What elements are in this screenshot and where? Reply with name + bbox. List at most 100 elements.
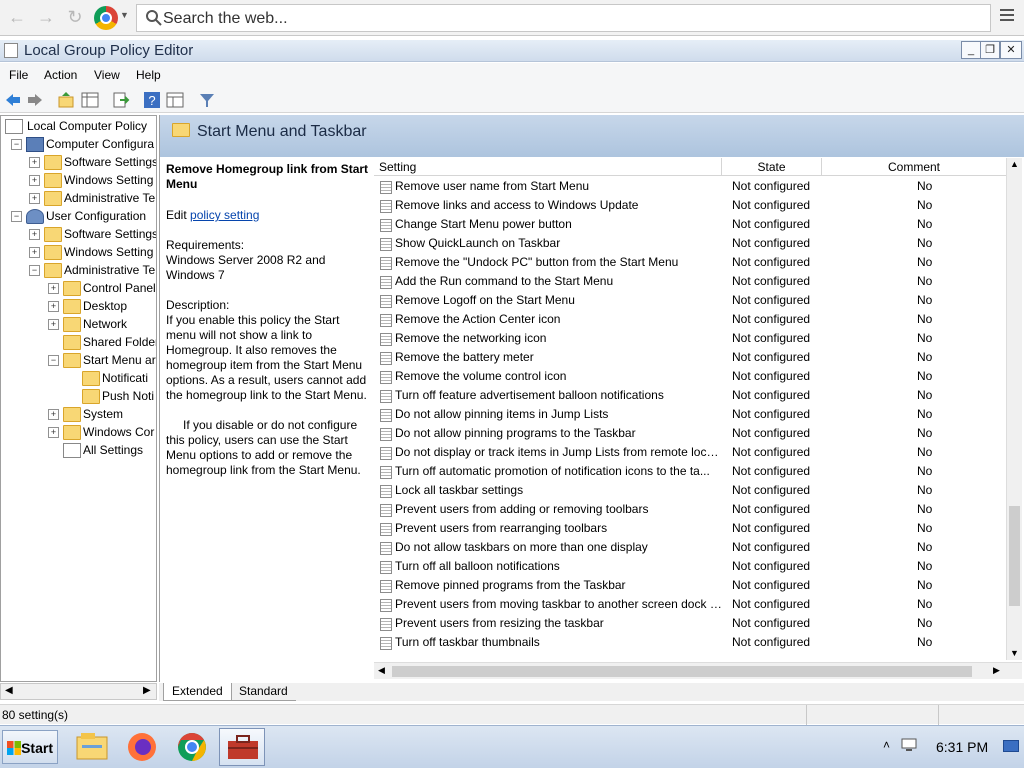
horizontal-scroll-thumb[interactable]: [392, 666, 972, 677]
folder-icon: [63, 335, 81, 350]
expand-icon[interactable]: +: [29, 193, 40, 204]
policy-setting-icon: [380, 523, 392, 536]
scroll-right-icon[interactable]: ▶: [993, 665, 1000, 676]
setting-comment: No: [917, 521, 933, 535]
table-row[interactable]: Show QuickLaunch on Taskbar Not configure…: [374, 234, 1006, 253]
help-icon[interactable]: ?: [143, 91, 161, 109]
table-row[interactable]: Prevent users from moving taskbar to ano…: [374, 595, 1006, 614]
expand-icon[interactable]: +: [29, 175, 40, 186]
table-row[interactable]: Remove user name from Start Menu Not conf…: [374, 177, 1006, 196]
expand-icon[interactable]: +: [29, 229, 40, 240]
forward-icon[interactable]: [26, 91, 44, 109]
table-row[interactable]: Add the Run command to the Start Menu Not…: [374, 272, 1006, 291]
table-row[interactable]: Do not allow pinning items in Jump Lists…: [374, 405, 1006, 424]
vertical-scroll-thumb[interactable]: [1009, 506, 1020, 606]
table-row[interactable]: Prevent users from adding or removing to…: [374, 500, 1006, 519]
tab-extended[interactable]: Extended: [163, 683, 232, 701]
menu-file[interactable]: File: [9, 68, 28, 82]
menu-action[interactable]: Action: [44, 68, 77, 82]
horizontal-scrollbar[interactable]: ◀ ▶: [374, 662, 1022, 679]
scroll-up-icon[interactable]: ▲: [1010, 159, 1019, 169]
restore-button[interactable]: ❐: [980, 41, 1000, 59]
export-list-icon[interactable]: [112, 91, 130, 109]
scroll-left-icon[interactable]: ◀: [378, 665, 385, 676]
collapse-icon[interactable]: −: [11, 211, 22, 222]
clock[interactable]: 6:31 PM: [936, 739, 988, 755]
tab-standard[interactable]: Standard: [231, 683, 296, 701]
hamburger-menu-icon[interactable]: [1000, 9, 1014, 25]
notification-icon[interactable]: [1003, 740, 1019, 752]
filter-icon[interactable]: [198, 91, 216, 109]
setting-name: Remove the battery meter: [395, 350, 534, 364]
expand-icon[interactable]: +: [48, 319, 59, 330]
back-icon[interactable]: [4, 91, 22, 109]
policy-setting-icon: [380, 466, 392, 479]
table-row[interactable]: Remove the Action Center icon Not configu…: [374, 310, 1006, 329]
table-row[interactable]: Remove pinned programs from the Taskbar N…: [374, 576, 1006, 595]
setting-name: Remove links and access to Windows Updat…: [395, 198, 639, 212]
policy-setting-icon: [380, 181, 392, 194]
expand-icon[interactable]: +: [48, 283, 59, 294]
table-row[interactable]: Turn off all balloon notifications Not co…: [374, 557, 1006, 576]
column-header-comment[interactable]: Comment: [822, 158, 1006, 176]
setting-comment: No: [917, 540, 933, 554]
close-button[interactable]: ✕: [1000, 41, 1022, 59]
collapse-icon[interactable]: −: [11, 139, 22, 150]
expand-icon[interactable]: +: [48, 427, 59, 438]
show-hidden-icons-icon[interactable]: ˄: [883, 738, 890, 752]
menu-help[interactable]: Help: [136, 68, 161, 82]
collapse-icon[interactable]: −: [48, 355, 59, 366]
network-icon[interactable]: [900, 737, 918, 753]
column-header-state[interactable]: State: [722, 158, 822, 176]
scroll-down-icon[interactable]: ▼: [1010, 648, 1019, 658]
table-row[interactable]: Do not allow pinning programs to the Tas…: [374, 424, 1006, 443]
show-hide-tree-icon[interactable]: [81, 91, 99, 109]
firefox-icon[interactable]: [122, 729, 162, 765]
table-row[interactable]: Remove the "Undock PC" button from the S…: [374, 253, 1006, 272]
properties-icon[interactable]: [166, 91, 184, 109]
table-row[interactable]: Lock all taskbar settings Not configured N…: [374, 481, 1006, 500]
table-row[interactable]: Prevent users from resizing the taskbar N…: [374, 614, 1006, 633]
collapse-icon[interactable]: −: [29, 265, 40, 276]
policy-editor-taskbar-button[interactable]: [219, 728, 265, 766]
chrome-logo-icon[interactable]: [94, 6, 118, 30]
expand-icon[interactable]: +: [48, 301, 59, 312]
expand-icon[interactable]: +: [48, 409, 59, 420]
table-row[interactable]: Do not allow taskbars on more than one d…: [374, 538, 1006, 557]
column-header-setting[interactable]: Setting: [374, 158, 722, 176]
window-titlebar: Local Group Policy Editor _ ❐ ✕: [0, 40, 1024, 62]
browser-search-field[interactable]: Search the web...: [136, 4, 991, 32]
tree-horizontal-scrollbar[interactable]: ◀ ▶: [0, 683, 157, 700]
menu-view[interactable]: View: [94, 68, 120, 82]
table-row[interactable]: Prevent users from rearranging toolbars N…: [374, 519, 1006, 538]
table-row[interactable]: Do not display or track items in Jump Li…: [374, 443, 1006, 462]
tree-item-label: Windows Setting: [64, 245, 154, 259]
chevron-down-icon[interactable]: ▼: [120, 10, 129, 20]
forward-arrow-icon[interactable]: →: [35, 6, 57, 28]
start-button[interactable]: Start: [2, 730, 58, 764]
policy-setting-link[interactable]: policy setting: [190, 208, 259, 222]
minimize-button[interactable]: _: [961, 41, 981, 59]
expand-icon[interactable]: +: [29, 247, 40, 258]
table-row[interactable]: Remove the volume control icon Not config…: [374, 367, 1006, 386]
table-row[interactable]: Remove the battery meter Not configured No: [374, 348, 1006, 367]
pane-title: Start Menu and Taskbar: [197, 123, 367, 140]
scroll-left-icon[interactable]: ◀: [5, 685, 13, 696]
table-row[interactable]: Change Start Menu power button Not config…: [374, 215, 1006, 234]
policy-setting-icon: [380, 428, 392, 441]
file-explorer-icon[interactable]: [72, 729, 112, 765]
vertical-scrollbar[interactable]: ▲ ▼: [1006, 158, 1022, 660]
table-row[interactable]: Turn off automatic promotion of notifica…: [374, 462, 1006, 481]
table-row[interactable]: Remove Logoff on the Start Menu Not confi…: [374, 291, 1006, 310]
table-row[interactable]: Turn off taskbar thumbnails Not configure…: [374, 633, 1006, 652]
table-row[interactable]: Remove links and access to Windows Updat…: [374, 196, 1006, 215]
scroll-right-icon[interactable]: ▶: [143, 685, 151, 696]
reload-icon[interactable]: ↻: [64, 6, 86, 28]
back-arrow-icon[interactable]: ←: [6, 6, 28, 28]
expand-icon[interactable]: +: [29, 157, 40, 168]
up-folder-icon[interactable]: [57, 91, 75, 109]
table-row[interactable]: Remove the networking icon Not configured…: [374, 329, 1006, 348]
table-row[interactable]: Turn off feature advertisement balloon n…: [374, 386, 1006, 405]
chrome-taskbar-icon[interactable]: [172, 729, 212, 765]
windows-logo-icon: [7, 741, 21, 755]
